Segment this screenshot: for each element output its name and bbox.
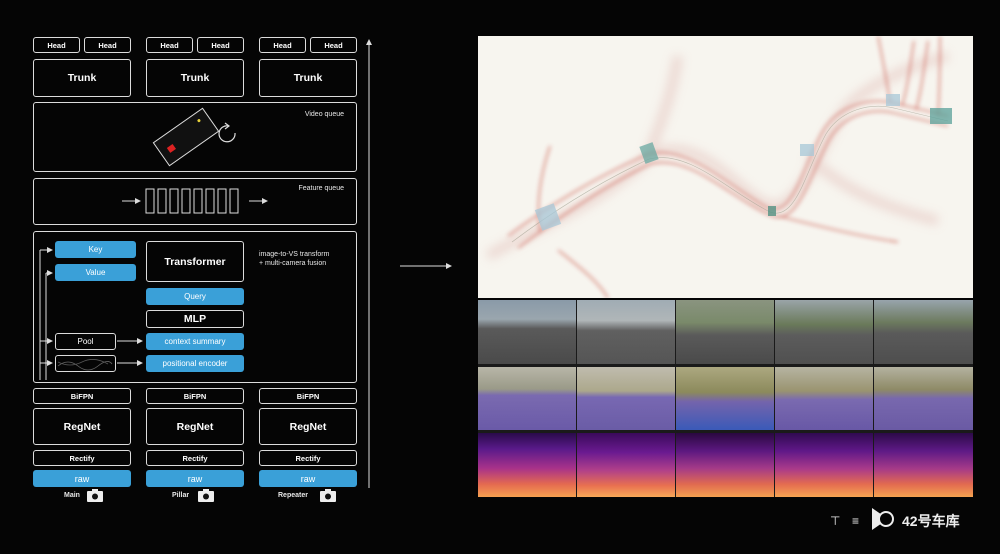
head-box: Head (197, 37, 244, 53)
head-box: Head (310, 37, 357, 53)
head-box: Head (84, 37, 131, 53)
positional-encoder-box: positional encoder (146, 355, 244, 372)
camera-row-depth (478, 433, 973, 497)
rectify-box: Rectify (33, 450, 131, 466)
camera-row-raw (478, 300, 973, 364)
bifpn-box: BiFPN (259, 388, 357, 404)
camera-view (577, 433, 676, 497)
camera-view (874, 367, 973, 430)
rectify-box: Rectify (146, 450, 244, 466)
camera-view (676, 367, 775, 430)
camera-icon (87, 489, 103, 502)
camera-view (478, 300, 577, 364)
menu-icon: ≡ (852, 514, 860, 528)
raw-box: raw (33, 470, 131, 487)
pool-box: Pool (55, 333, 116, 350)
camera-view (478, 367, 577, 430)
raw-box: raw (259, 470, 357, 487)
camera-label-main: Main (64, 492, 80, 499)
bifpn-box: BiFPN (146, 388, 244, 404)
regnet-box: RegNet (146, 408, 244, 445)
vector-space-map (478, 36, 973, 298)
camera-icon (198, 489, 214, 502)
watermark-text: 42号车库 (902, 513, 960, 529)
rectify-box: Rectify (259, 450, 357, 466)
feature-queue-label: Feature queue (298, 185, 344, 192)
transform-note-line1: image-to-VS transform (259, 251, 330, 258)
camera-icon (320, 489, 336, 502)
t-icon: ⊤ (830, 514, 841, 528)
camera-view (874, 300, 973, 364)
mlp-box: MLP (146, 310, 244, 328)
trunk-box: Trunk (33, 59, 131, 97)
camera-view (577, 300, 676, 364)
camera-view (775, 300, 874, 364)
transform-note-line2: + multi-camera fusion (259, 260, 327, 267)
feature-queue-box: Feature queue (33, 178, 357, 225)
trunk-box: Trunk (259, 59, 357, 97)
value-box: Value (55, 264, 136, 281)
query-box: Query (146, 288, 244, 305)
camera-view (775, 433, 874, 497)
camera-view (577, 367, 676, 430)
camera-view (478, 433, 577, 497)
camera-label-pillar: Pillar (172, 492, 190, 499)
trunk-box: Trunk (146, 59, 244, 97)
camera-views-panel (478, 300, 973, 497)
camera-row-semantic (478, 367, 973, 430)
head-box: Head (146, 37, 193, 53)
camera-view (874, 433, 973, 497)
camera-view (676, 300, 775, 364)
position-map-box (55, 355, 116, 372)
camera-view (676, 433, 775, 497)
video-queue-label: Video queue (304, 111, 344, 118)
video-queue-box: Video queue (33, 102, 357, 172)
transformer-box: Transformer (146, 241, 244, 282)
regnet-box: RegNet (259, 408, 357, 445)
footer-brand: ⊤ ≡ 42号车库 (826, 504, 986, 534)
context-summary-box: context summary (146, 333, 244, 350)
raw-box: raw (146, 470, 244, 487)
regnet-box: RegNet (33, 408, 131, 445)
camera-view (775, 367, 874, 430)
camera-label-repeater: Repeater (278, 492, 308, 499)
head-box: Head (259, 37, 306, 53)
key-box: Key (55, 241, 136, 258)
head-box: Head (33, 37, 80, 53)
bifpn-box: BiFPN (33, 388, 131, 404)
